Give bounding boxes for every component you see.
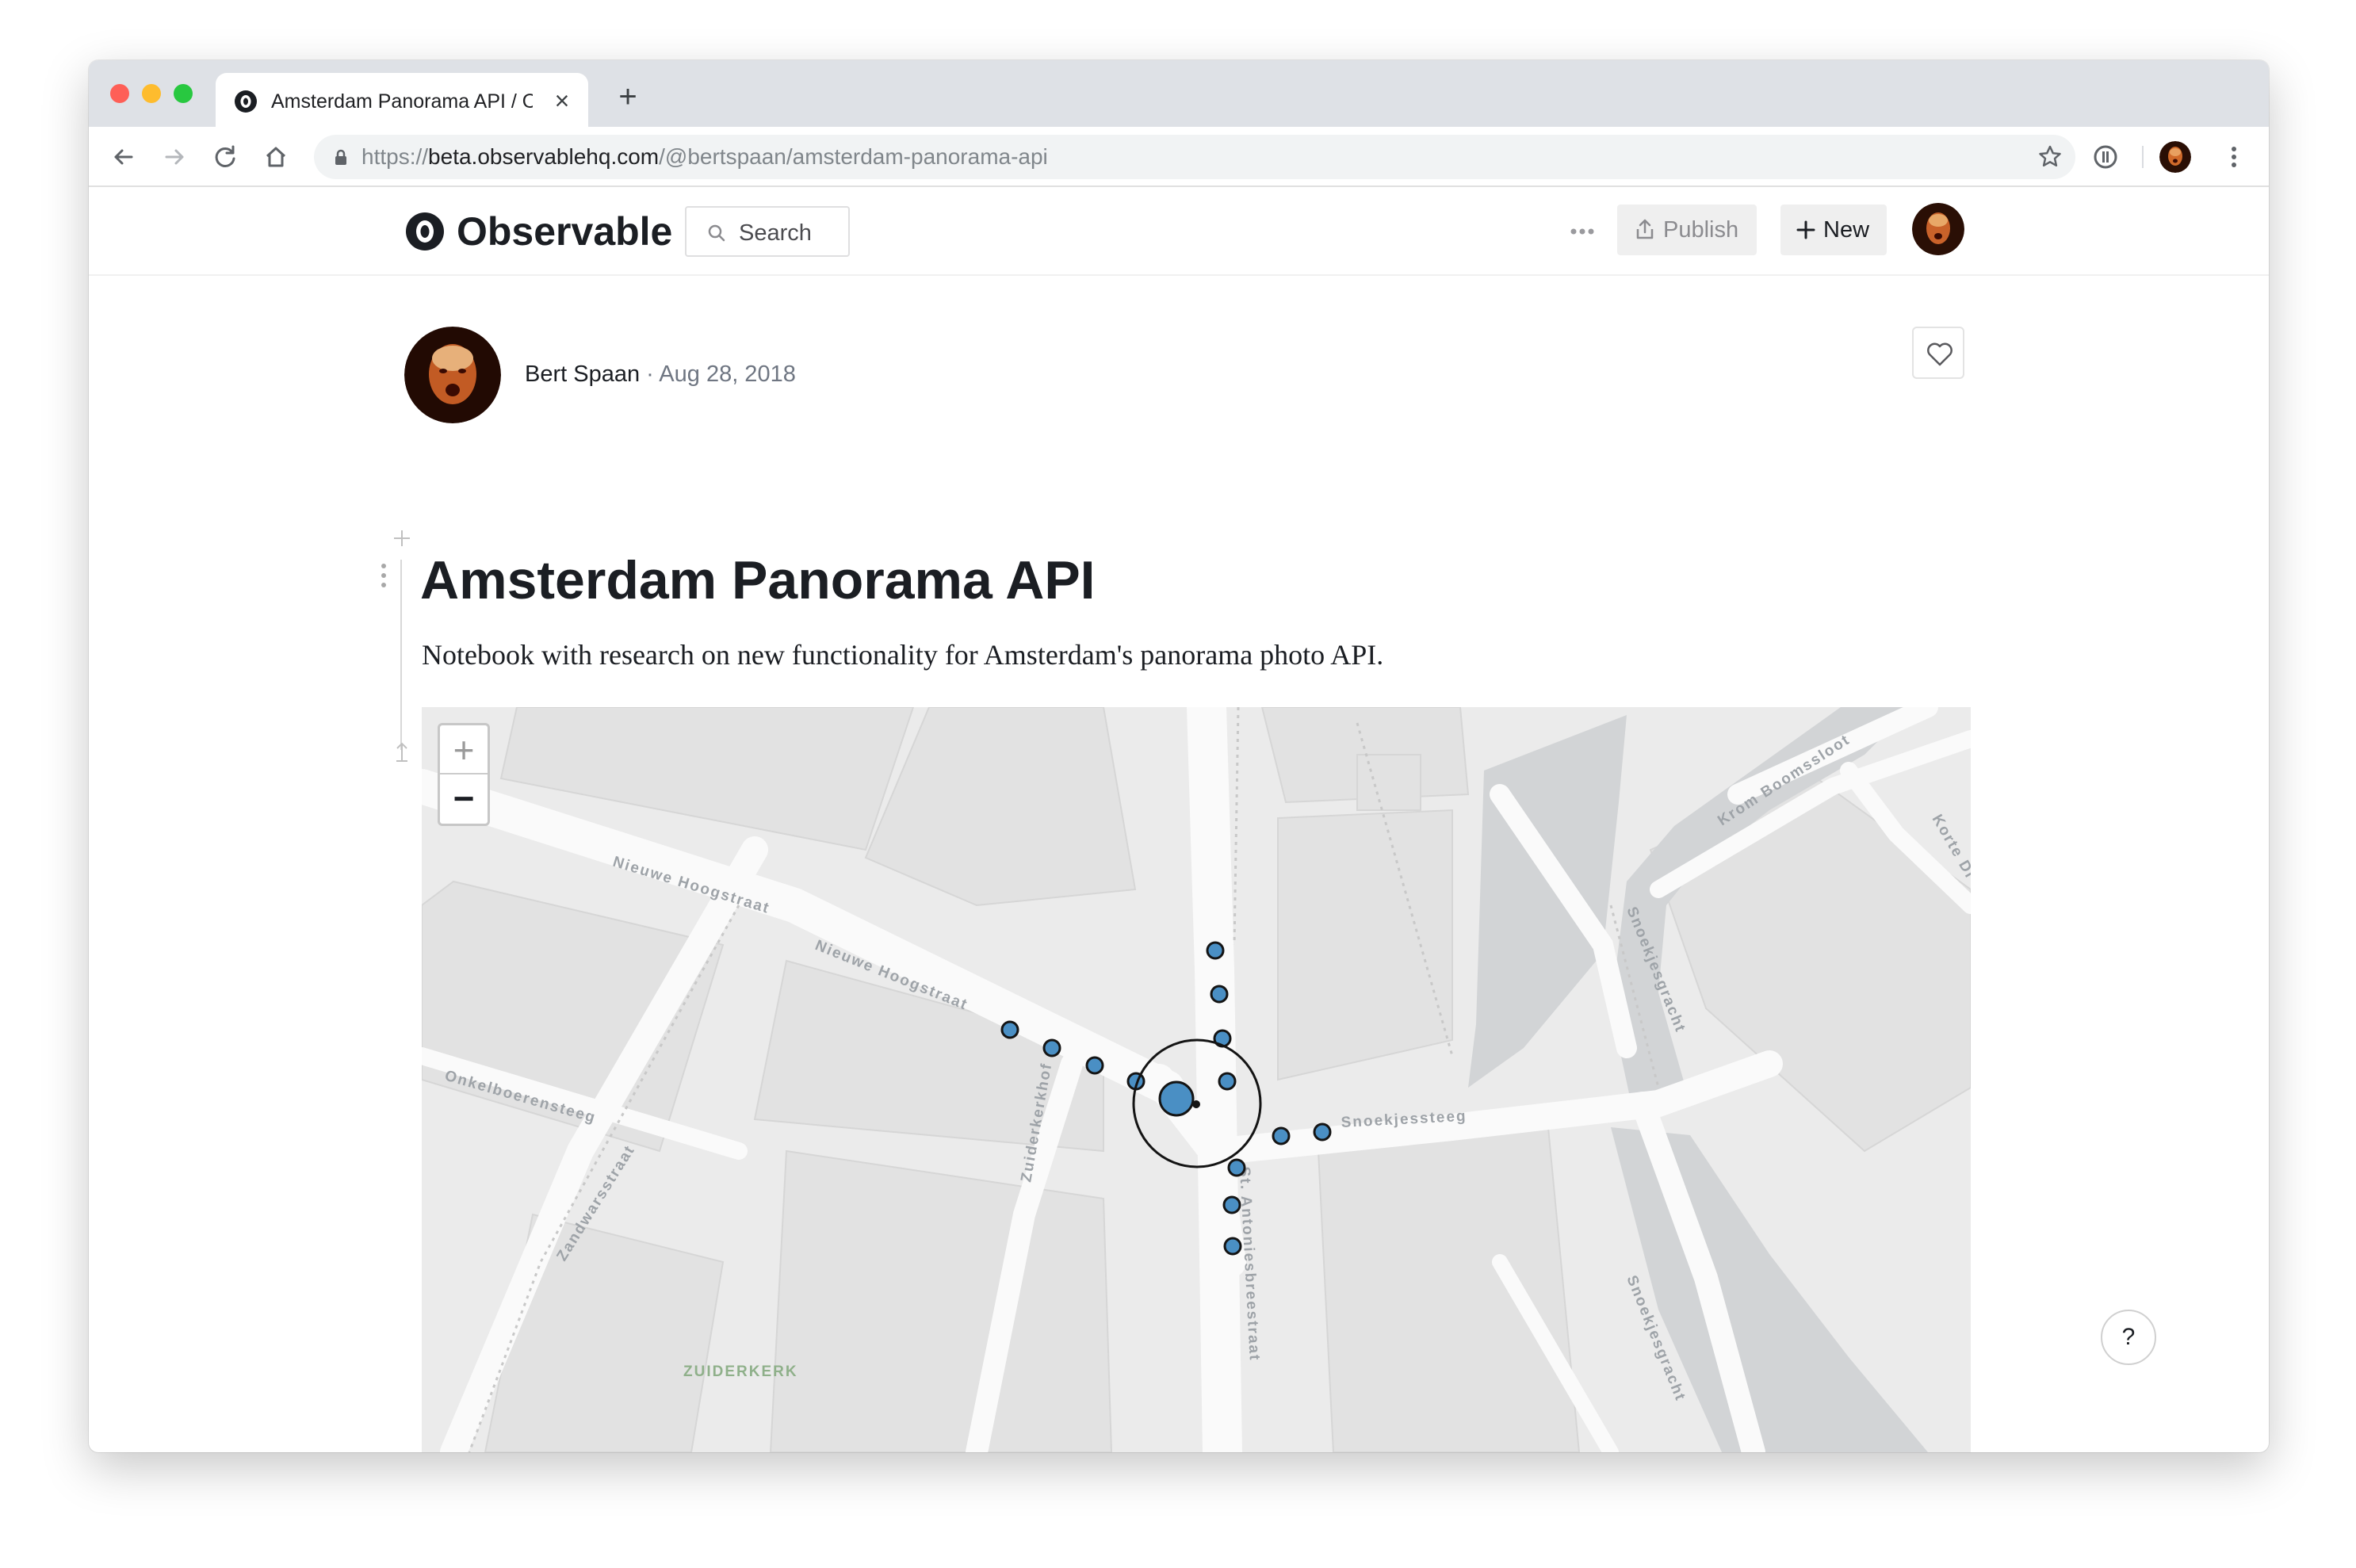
add-cell-icon[interactable] bbox=[390, 526, 414, 550]
tab-title: Amsterdam Panorama API / Ob bbox=[271, 90, 533, 113]
browser-menu-icon[interactable] bbox=[2218, 141, 2250, 173]
upload-icon bbox=[1636, 219, 1654, 239]
search-label: Search bbox=[739, 220, 812, 246]
user-avatar[interactable] bbox=[1912, 203, 1964, 255]
heart-icon bbox=[1927, 342, 1952, 366]
zoom-control: + − bbox=[438, 723, 490, 826]
panorama-marker[interactable] bbox=[1206, 941, 1225, 960]
url-scheme: https:// bbox=[361, 144, 429, 169]
label-zuiderkerk: ZUIDERKERK bbox=[683, 1363, 798, 1380]
close-window-button[interactable] bbox=[110, 84, 129, 103]
zoom-in-button[interactable]: + bbox=[440, 725, 488, 774]
url-text: https://beta.observablehq.com/@bertspaan… bbox=[361, 144, 1048, 170]
browser-tab[interactable]: Amsterdam Panorama API / Ob × bbox=[216, 73, 588, 127]
maximize-window-button[interactable] bbox=[174, 84, 193, 103]
author-name[interactable]: Bert Spaan bbox=[525, 361, 640, 387]
panorama-marker[interactable] bbox=[1313, 1122, 1332, 1142]
toolbar-divider bbox=[2142, 146, 2144, 168]
observable-favicon-icon bbox=[235, 90, 257, 113]
new-label: New bbox=[1823, 217, 1870, 243]
tab-close-button[interactable]: × bbox=[549, 87, 576, 114]
notebook-title: Amsterdam Panorama API bbox=[420, 550, 1096, 610]
plus-icon bbox=[1796, 220, 1815, 239]
address-bar[interactable]: https://beta.observablehq.com/@bertspaan… bbox=[314, 135, 2075, 179]
publish-button[interactable]: Publish bbox=[1617, 205, 1757, 255]
browser-profile-avatar[interactable] bbox=[2159, 141, 2191, 173]
search-icon bbox=[708, 224, 725, 242]
viewpoint-dot bbox=[1192, 1100, 1200, 1108]
author-avatar[interactable] bbox=[404, 327, 501, 423]
notebook-description: Notebook with research on new functional… bbox=[422, 639, 1384, 671]
observable-logo-icon[interactable] bbox=[404, 211, 446, 252]
more-options-icon[interactable] bbox=[1566, 216, 1598, 247]
panorama-marker[interactable] bbox=[1210, 985, 1229, 1004]
panorama-marker[interactable] bbox=[1218, 1072, 1237, 1091]
like-button[interactable] bbox=[1912, 327, 1964, 379]
panorama-marker[interactable] bbox=[1272, 1126, 1291, 1145]
cell-rail bbox=[400, 560, 402, 750]
panorama-marker[interactable] bbox=[1085, 1056, 1104, 1075]
help-button[interactable]: ? bbox=[2101, 1310, 2156, 1365]
map-canvas[interactable]: Nieuwe Hoogstraat Nieuwe Hoogstraat Krom… bbox=[422, 707, 1971, 1452]
brand-name[interactable]: Observable bbox=[457, 206, 672, 257]
author-separator: · bbox=[640, 361, 660, 387]
zoom-out-button[interactable]: − bbox=[440, 774, 488, 824]
publish-label: Publish bbox=[1663, 217, 1739, 243]
panorama-marker[interactable] bbox=[1227, 1158, 1246, 1177]
lock-icon bbox=[335, 149, 346, 165]
cell-menu-handle-icon[interactable] bbox=[376, 561, 392, 590]
reload-icon[interactable] bbox=[209, 141, 241, 173]
panorama-marker[interactable] bbox=[1042, 1038, 1061, 1057]
author-info: Bert Spaan · Aug 28, 2018 bbox=[525, 360, 796, 388]
minimize-window-button[interactable] bbox=[142, 84, 161, 103]
browser-toolbar: https://beta.observablehq.com/@bertspaan… bbox=[89, 127, 2269, 187]
map-view[interactable]: Nieuwe Hoogstraat Nieuwe Hoogstraat Krom… bbox=[422, 707, 1971, 1452]
selected-panorama-marker[interactable] bbox=[1158, 1080, 1195, 1117]
collapse-cell-icon[interactable] bbox=[390, 740, 414, 764]
tab-strip: Amsterdam Panorama API / Ob × + bbox=[89, 60, 2269, 127]
bookmark-star-icon[interactable] bbox=[2036, 143, 2064, 171]
app-header: Observable Search Publish New bbox=[89, 187, 2269, 276]
url-path: /@bertspaan/amsterdam-panorama-api bbox=[659, 144, 1048, 169]
browser-window: Amsterdam Panorama API / Ob × + https://… bbox=[89, 60, 2269, 1452]
url-host: beta.observablehq.com bbox=[428, 144, 660, 169]
new-tab-button[interactable]: + bbox=[612, 81, 644, 113]
forward-arrow-icon[interactable] bbox=[159, 141, 190, 173]
search-button[interactable]: Search bbox=[685, 206, 850, 257]
publish-date: Aug 28, 2018 bbox=[659, 361, 796, 387]
extension-icon[interactable] bbox=[2090, 141, 2121, 173]
panorama-marker[interactable] bbox=[1000, 1020, 1019, 1039]
home-icon[interactable] bbox=[260, 141, 292, 173]
back-arrow-icon[interactable] bbox=[108, 141, 140, 173]
panorama-marker[interactable] bbox=[1222, 1195, 1241, 1214]
new-notebook-button[interactable]: New bbox=[1780, 205, 1887, 255]
panorama-marker[interactable] bbox=[1223, 1237, 1242, 1256]
